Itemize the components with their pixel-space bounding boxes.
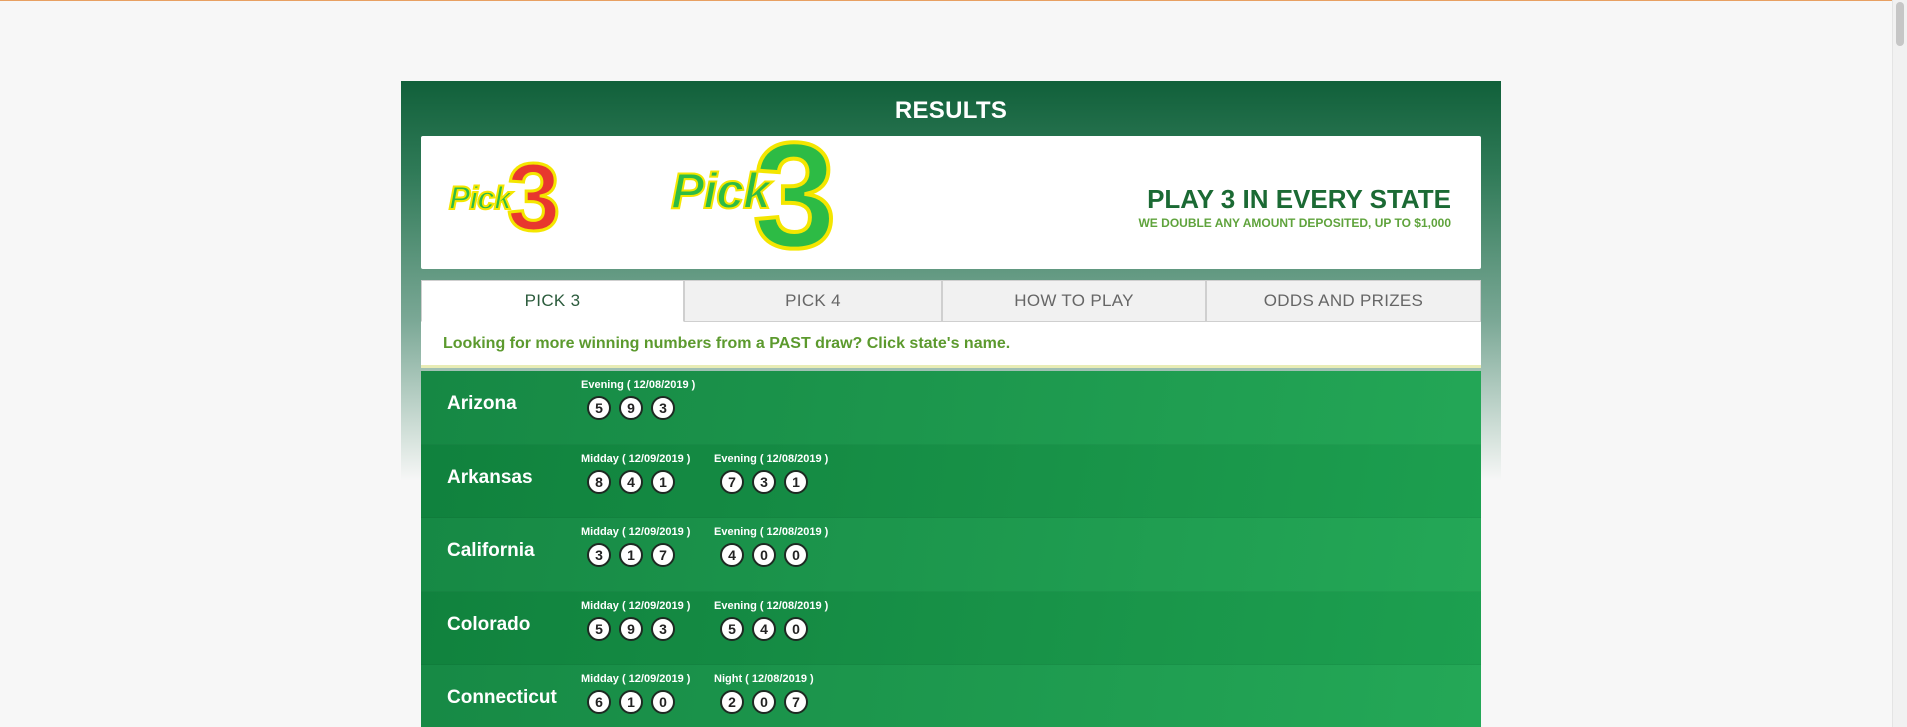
number-ball: 4 [720,543,744,567]
draw-result: Night ( 12/08/2019 ) 2 0 7 [714,673,814,714]
draw-result: Evening ( 12/08/2019 ) 5 4 0 [714,600,828,641]
number-balls: 5 9 3 [581,616,690,641]
result-row: Connecticut Midday ( 12/09/2019 ) 6 1 0 … [421,665,1481,727]
number-ball: 9 [619,396,643,420]
tab-pick-4[interactable]: PICK 4 [684,280,942,322]
number-ball: 3 [651,616,675,641]
draw-label: Evening ( 12/08/2019 ) [714,526,829,538]
state-link[interactable]: Arkansas [447,467,533,489]
number-ball: 0 [651,690,675,714]
number-balls: 5 9 3 [581,396,695,420]
scrollbar-thumb[interactable] [1896,2,1904,46]
game-tabs: PICK 3 PICK 4 HOW TO PLAY ODDS AND PRIZE… [421,280,1481,322]
results-panel: RESULTS Pick 3 Pick 3 PLAY 3 IN EVERY ST… [401,81,1501,727]
number-ball: 5 [587,396,611,420]
banner-headline: PLAY 3 IN EVERY STATE [1147,184,1451,214]
draw-label: Evening ( 12/08/2019 ) [581,379,696,391]
logo-pick-text: Pick [670,162,772,220]
number-ball: 7 [784,690,808,714]
result-row: Arizona Evening ( 12/08/2019 ) 5 9 3 [421,371,1481,445]
result-row: Arkansas Midday ( 12/09/2019 ) 8 4 1 Eve… [421,445,1481,518]
number-ball: 8 [587,469,611,494]
draw-result: Midday ( 12/09/2019 ) 8 4 1 [581,453,690,494]
result-row: California Midday ( 12/09/2019 ) 3 1 7 E… [421,518,1481,592]
number-balls: 6 1 0 [581,690,690,714]
number-ball: 1 [651,469,675,494]
results-list: Arizona Evening ( 12/08/2019 ) 5 9 3 Ark… [421,371,1481,727]
tab-pick-3[interactable]: PICK 3 [421,280,684,322]
number-ball: 7 [720,469,744,494]
pick3-logo-large: Pick 3 [670,136,881,269]
number-ball: 5 [587,616,611,641]
pick3-banner: Pick 3 Pick 3 PLAY 3 IN EVERY STATE WE D… [421,136,1481,269]
state-link[interactable]: California [447,540,535,562]
draw-result: Evening ( 12/08/2019 ) 7 3 1 [714,453,828,494]
number-ball: 1 [619,543,643,567]
number-ball: 7 [651,543,675,567]
draw-label: Evening ( 12/08/2019 ) [714,452,829,465]
draw-result: Evening ( 12/08/2019 ) 5 9 3 [581,379,695,420]
number-ball: 0 [784,543,808,567]
number-balls: 2 0 7 [714,690,814,714]
draw-label: Midday ( 12/09/2019 ) [581,452,691,465]
draw-result: Evening ( 12/08/2019 ) 4 0 0 [714,526,828,567]
number-balls: 7 3 1 [714,469,828,494]
number-balls: 8 4 1 [581,469,690,494]
draw-label: Night ( 12/08/2019 ) [714,673,814,685]
number-ball: 6 [587,690,611,714]
number-ball: 1 [619,690,643,714]
logo-three-numeral: 3 [505,144,561,251]
number-ball: 0 [784,616,808,641]
number-balls: 5 4 0 [714,616,828,641]
banner-subline: WE DOUBLE ANY AMOUNT DEPOSITED, UP TO $1… [1138,216,1451,230]
number-ball: 1 [784,469,808,494]
logo-pick-text: Pick [448,179,513,217]
draw-label: Midday ( 12/09/2019 ) [581,526,691,538]
number-balls: 4 0 0 [714,543,828,567]
number-ball: 3 [587,543,611,567]
page-title: RESULTS [894,97,1008,124]
draw-label: Evening ( 12/08/2019 ) [714,599,829,612]
draw-result: Midday ( 12/09/2019 ) 6 1 0 [581,673,690,714]
number-balls: 3 1 7 [581,543,690,567]
draw-label: Midday ( 12/09/2019 ) [581,599,691,612]
number-ball: 4 [619,469,643,494]
number-ball: 0 [752,543,776,567]
draw-result: Midday ( 12/09/2019 ) 5 9 3 [581,600,690,641]
state-link[interactable]: Colorado [447,614,530,636]
number-ball: 9 [619,616,643,641]
draw-result: Midday ( 12/09/2019 ) 3 1 7 [581,526,690,567]
page-scrollbar[interactable] [1892,0,1907,727]
tab-how-to-play[interactable]: HOW TO PLAY [942,280,1206,322]
top-accent-line [0,0,1907,1]
result-row: Colorado Midday ( 12/09/2019 ) 5 9 3 Eve… [421,592,1481,665]
pick3-logo-small: Pick 3 [448,148,589,248]
state-link[interactable]: Arizona [447,393,517,415]
number-ball: 2 [720,690,744,714]
number-ball: 3 [651,396,675,420]
number-ball: 5 [720,616,744,641]
draw-label: Midday ( 12/09/2019 ) [581,673,691,685]
state-link[interactable]: Connecticut [447,687,557,709]
number-ball: 3 [752,469,776,494]
number-ball: 0 [752,690,776,714]
number-ball: 4 [752,616,776,641]
tab-odds-and-prizes[interactable]: ODDS AND PRIZES [1206,280,1481,322]
past-draw-notice: Looking for more winning numbers from a … [421,322,1481,368]
